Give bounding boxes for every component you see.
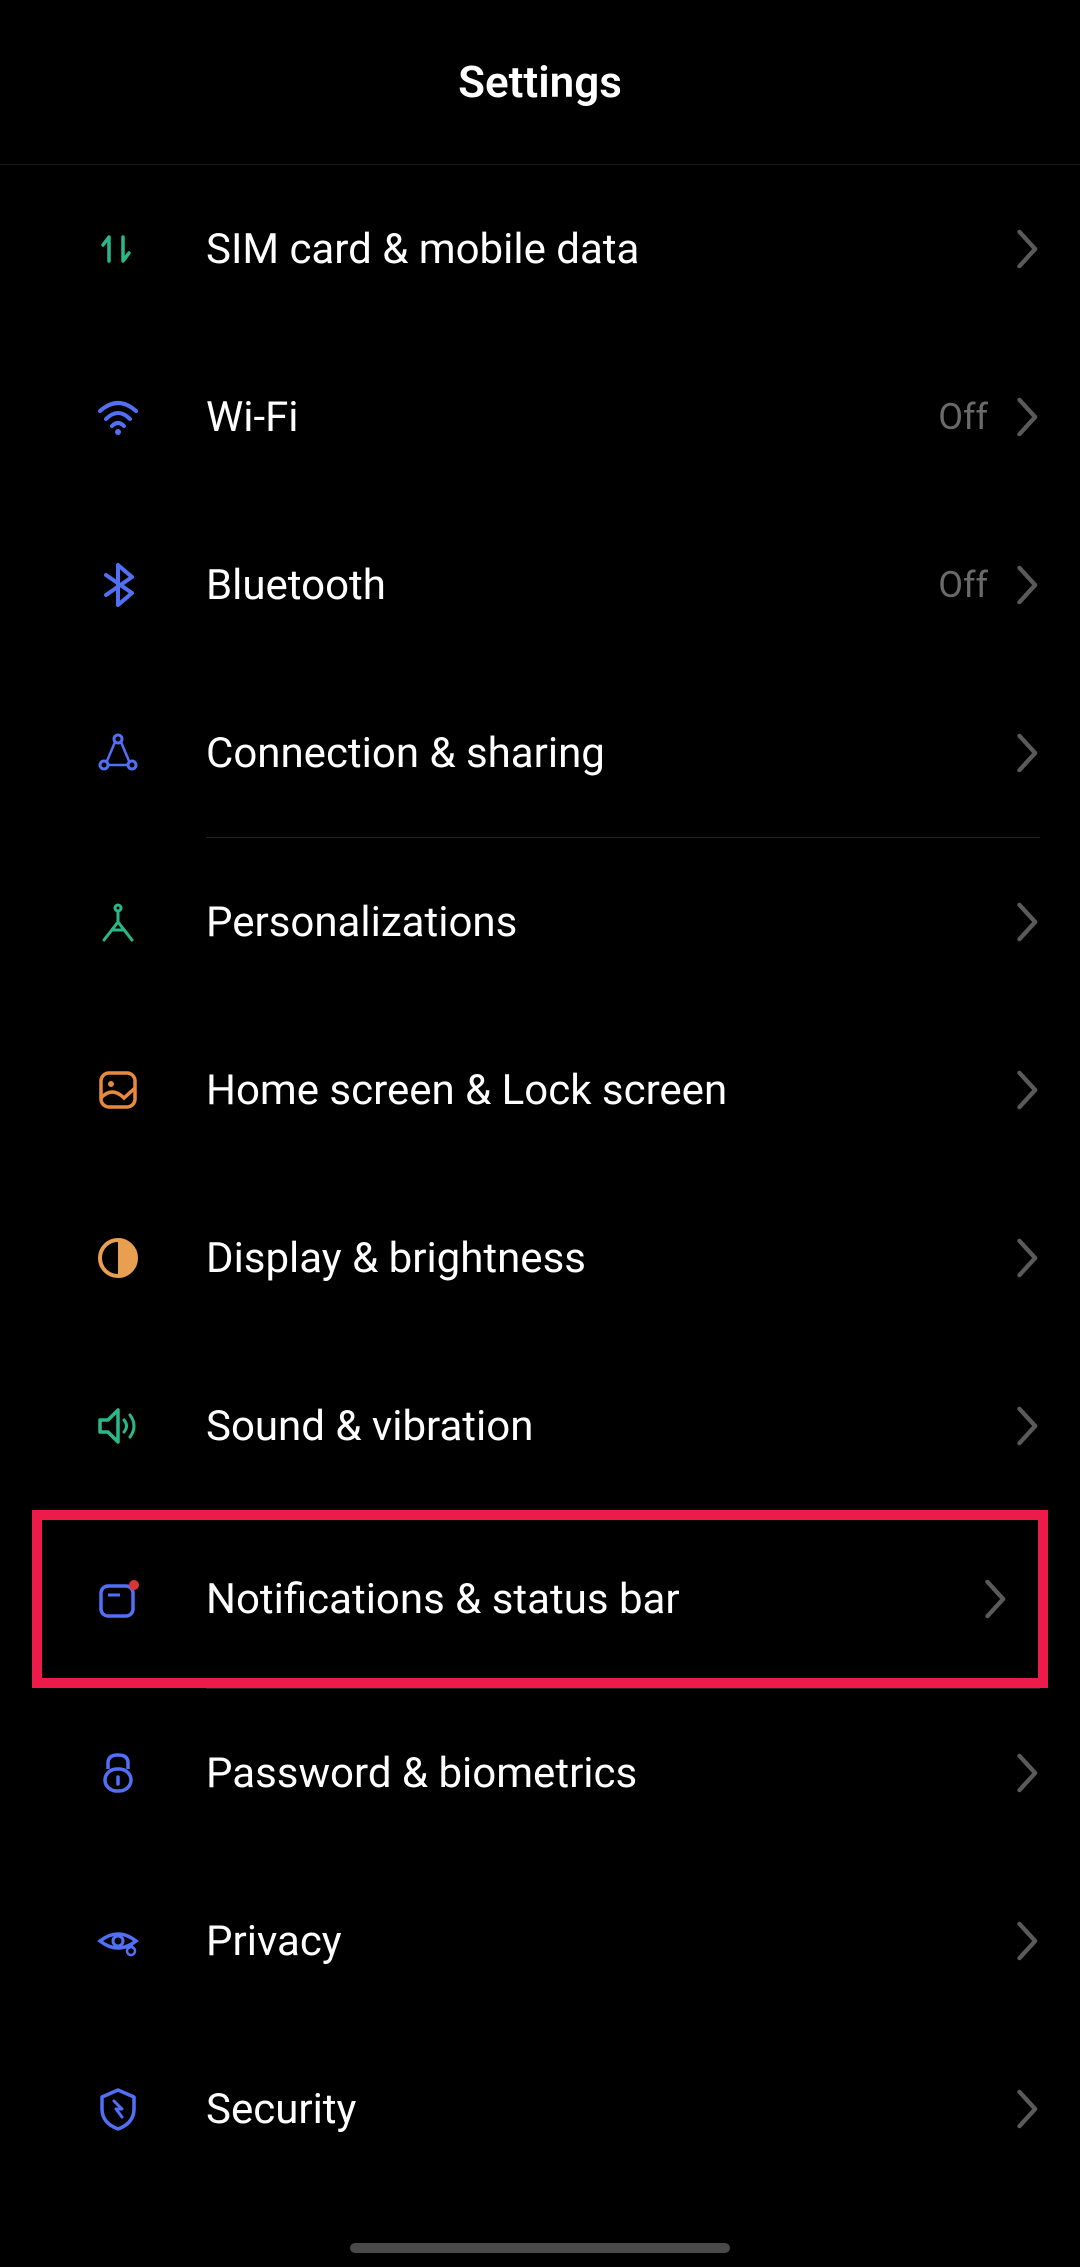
row-connection-sharing[interactable]: Connection & sharing [0,669,1080,837]
security-section: Password & biometrics Privacy [0,1689,1080,2193]
personalization-section: Personalizations Home screen & Lock scre… [0,838,1080,1688]
header: Settings [0,0,1080,165]
row-security[interactable]: Security [0,2025,1080,2193]
settings-list: SIM card & mobile data Wi-Fi Off [0,165,1080,2193]
row-privacy[interactable]: Privacy [0,1857,1080,2025]
row-label: Notifications & status bar [206,1575,984,1624]
row-password-biometrics[interactable]: Password & biometrics [0,1689,1080,1857]
chevron-right-icon [1016,565,1040,605]
privacy-icon [88,1911,148,1971]
row-value: Off [938,396,988,438]
row-label: Bluetooth [206,561,938,610]
row-sim-mobile-data[interactable]: SIM card & mobile data [0,165,1080,333]
chevron-right-icon [1016,902,1040,942]
row-home-lock-screen[interactable]: Home screen & Lock screen [0,1006,1080,1174]
page-title: Settings [458,56,622,108]
chevron-right-icon [1016,1753,1040,1793]
chevron-right-icon [984,1579,1008,1619]
row-wifi[interactable]: Wi-Fi Off [0,333,1080,501]
chevron-right-icon [1016,1921,1040,1961]
chevron-right-icon [1016,2089,1040,2129]
row-display-brightness[interactable]: Display & brightness [0,1174,1080,1342]
security-icon [88,2079,148,2139]
compass-icon [88,892,148,952]
row-label: Wi-Fi [206,393,938,442]
connectivity-section: SIM card & mobile data Wi-Fi Off [0,165,1080,837]
row-label: SIM card & mobile data [206,225,1016,274]
chevron-right-icon [1016,229,1040,269]
row-personalizations[interactable]: Personalizations [0,838,1080,1006]
sharing-icon [88,723,148,783]
home-lock-icon [88,1060,148,1120]
chevron-right-icon [1016,1406,1040,1446]
row-label: Sound & vibration [206,1402,1016,1451]
row-bluetooth[interactable]: Bluetooth Off [0,501,1080,669]
chevron-right-icon [1016,733,1040,773]
row-label: Privacy [206,1917,1016,1966]
row-label: Home screen & Lock screen [206,1066,1016,1115]
row-label: Connection & sharing [206,729,1016,778]
row-notifications-status-bar[interactable]: Notifications & status bar [32,1510,1048,1688]
row-label: Security [206,2085,1016,2134]
brightness-icon [88,1228,148,1288]
row-sound-vibration[interactable]: Sound & vibration [0,1342,1080,1510]
chevron-right-icon [1016,1238,1040,1278]
notification-icon [88,1569,148,1629]
wifi-icon [88,387,148,447]
row-label: Display & brightness [206,1234,1016,1283]
mobile-data-icon [88,219,148,279]
lock-icon [88,1743,148,1803]
bluetooth-icon [88,555,148,615]
row-label: Personalizations [206,898,1016,947]
chevron-right-icon [1016,397,1040,437]
row-value: Off [938,564,988,606]
sound-icon [88,1396,148,1456]
chevron-right-icon [1016,1070,1040,1110]
row-label: Password & biometrics [206,1749,1016,1798]
home-indicator[interactable] [350,2243,730,2253]
